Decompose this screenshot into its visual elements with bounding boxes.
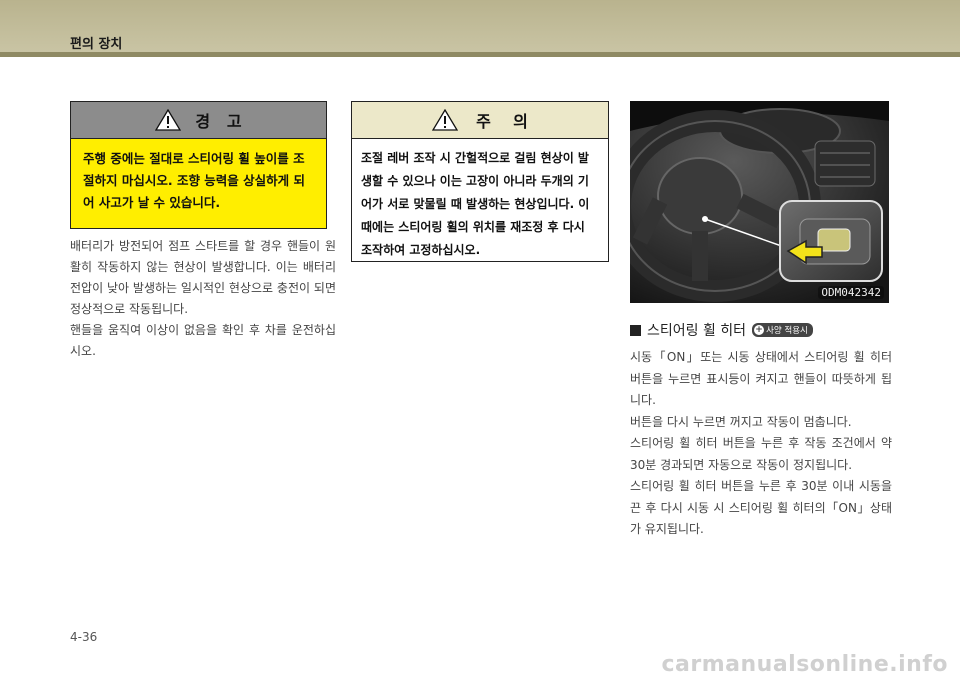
- square-bullet-icon: [630, 324, 641, 336]
- option-badge-label: 사양 적용시: [766, 326, 808, 336]
- warning-header: 경 고: [71, 102, 326, 139]
- heater-section-heading: 스티어링 휠 히터 + 사양 적용시: [630, 320, 813, 340]
- header-band: [0, 0, 960, 52]
- caution-box: 주 의 조절 레버 조작 시 간헐적으로 걸림 현상이 발생할 수 있으나 이는…: [351, 101, 609, 262]
- steering-wheel-illustration: [630, 101, 889, 303]
- watermark: carmanualsonline.info: [661, 652, 948, 677]
- heater-body: 시동「ON」또는 시동 상태에서 스티어링 휠 히터 버튼을 누르면 표시등이 …: [630, 347, 892, 541]
- body-paragraph: 스티어링 휠 히터 버튼을 누른 후 작동 조건에서 약 30분 경과되면 자동…: [630, 436, 892, 472]
- section-title: 편의 장치: [70, 37, 123, 52]
- steering-wheel-photo: ODM042342: [630, 101, 889, 303]
- body-paragraph: 시동「ON」또는 시동 상태에서 스티어링 휠 히터 버튼을 누르면 표시등이 …: [630, 350, 892, 407]
- warning-text: 주행 중에는 절대로 스티어링 휠 높이를 조절하지 마십시오. 조향 능력을 …: [83, 151, 306, 210]
- body-paragraph: 배터리가 방전되어 점프 스타트를 할 경우 핸들이 원활히 작동하지 않는 현…: [70, 239, 336, 316]
- photo-code: ODM042342: [818, 286, 884, 299]
- warning-box: 경 고 주행 중에는 절대로 스티어링 휠 높이를 조절하지 마십시오. 조향 …: [70, 101, 327, 229]
- left-body: 배터리가 방전되어 점프 스타트를 할 경우 핸들이 원활히 작동하지 않는 현…: [70, 236, 336, 362]
- heater-section-title: 스티어링 휠 히터: [647, 323, 747, 339]
- option-badge: + 사양 적용시: [752, 323, 813, 337]
- warning-triangle-icon: [155, 109, 182, 131]
- body-paragraph: 핸들을 움직여 이상이 없음을 확인 후 차를 운전하십시오.: [70, 323, 336, 358]
- option-plus-icon: +: [754, 325, 765, 335]
- caution-header: 주 의: [352, 102, 608, 139]
- body-paragraph: 버튼을 다시 누르면 꺼지고 작동이 멈춥니다.: [630, 414, 852, 429]
- warning-title: 경 고: [195, 112, 242, 131]
- page-number: 4-36: [70, 630, 98, 644]
- caution-title: 주 의: [476, 112, 528, 131]
- caution-text: 조절 레버 조작 시 간헐적으로 걸림 현상이 발생할 수 있으나 이는 고장이…: [361, 151, 590, 257]
- header-rule: [0, 52, 960, 57]
- caution-triangle-icon: [432, 109, 459, 131]
- body-paragraph: 스티어링 휠 히터 버튼을 누른 후 30분 이내 시동을 끈 후 다시 시동 …: [630, 479, 892, 536]
